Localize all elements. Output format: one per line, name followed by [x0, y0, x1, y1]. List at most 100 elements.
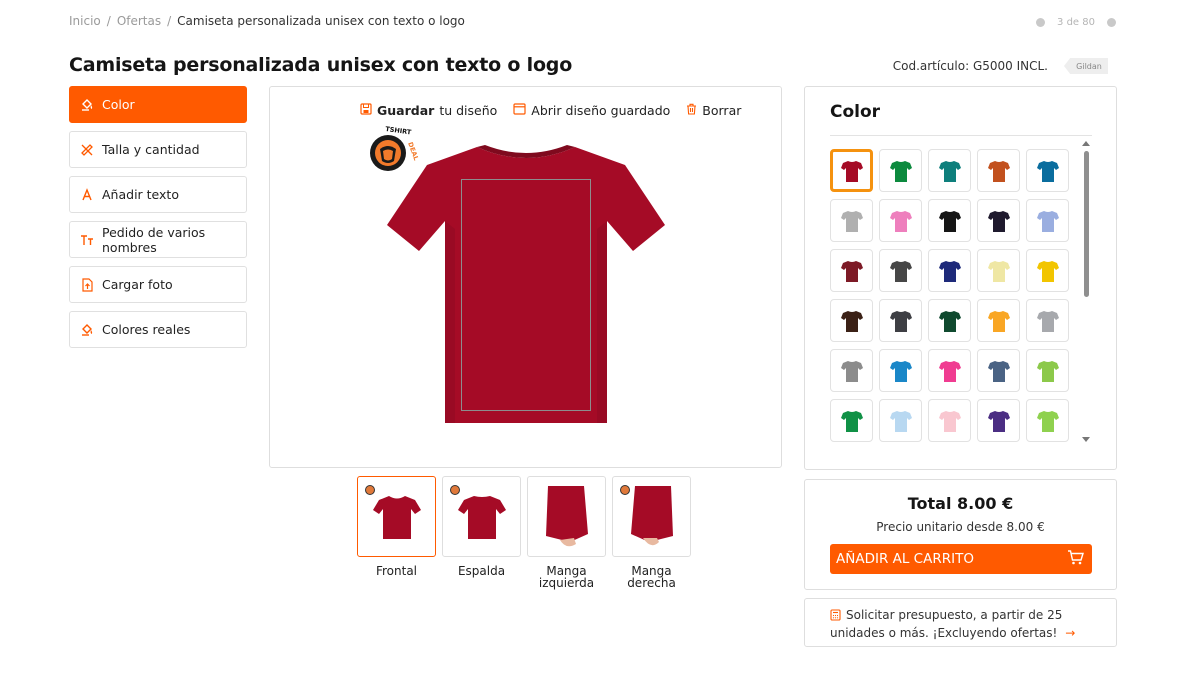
delete-design-button[interactable]: Borrar: [686, 103, 741, 118]
view-label: Frontal: [375, 564, 418, 578]
color-swatch[interactable]: [928, 249, 971, 292]
menu-item-label: Colores reales: [102, 322, 191, 337]
color-swatch[interactable]: [1026, 249, 1069, 292]
view-right-sleeve[interactable]: Manga derecha: [612, 476, 691, 589]
view-thumbnail[interactable]: [527, 476, 606, 557]
color-swatch[interactable]: [928, 299, 971, 342]
menu-item-label: Añadir texto: [102, 187, 179, 202]
total-price: Total 8.00 €: [805, 494, 1116, 513]
print-area-frame[interactable]: [461, 179, 591, 411]
menu-item-multiple-names[interactable]: Pedido de varios nombres: [69, 221, 247, 258]
color-swatch[interactable]: [830, 399, 873, 442]
color-swatch[interactable]: [928, 399, 971, 442]
scrollbar-thumb[interactable]: [1084, 151, 1089, 297]
tshirt-icon: [987, 160, 1010, 182]
tshirt-icon: [1036, 410, 1059, 432]
breadcrumb-home[interactable]: Inicio: [69, 14, 101, 28]
color-swatch[interactable]: [977, 149, 1020, 192]
total-value: 8.00 €: [957, 494, 1014, 513]
prev-product-icon[interactable]: [1036, 18, 1046, 27]
next-product-icon[interactable]: [1107, 18, 1116, 27]
tshirt-icon: [889, 410, 912, 432]
color-swatch[interactable]: [879, 199, 922, 242]
open-design-button[interactable]: Abrir diseño guardado: [513, 103, 670, 118]
color-swatch[interactable]: [830, 199, 873, 242]
view-thumbnail[interactable]: [612, 476, 691, 557]
product-pager: 3 de 80: [1036, 17, 1116, 28]
color-swatch[interactable]: [1026, 149, 1069, 192]
color-swatch[interactable]: [1026, 399, 1069, 442]
delete-label: Borrar: [702, 103, 742, 118]
view-selector: Frontal Espalda Manga izquierda Manga de…: [357, 476, 691, 589]
menu-item-upload-photo[interactable]: Cargar foto: [69, 266, 247, 303]
save-icon: [360, 103, 372, 118]
scroll-up-arrow-icon[interactable]: [1082, 141, 1090, 146]
view-label: Manga izquierda: [538, 564, 595, 590]
color-swatch[interactable]: [928, 199, 971, 242]
view-back[interactable]: Espalda: [442, 476, 521, 589]
add-to-cart-label: AÑADIR AL CARRITO: [836, 551, 974, 567]
breadcrumb: Inicio / Ofertas / Camiseta personalizad…: [69, 14, 465, 28]
tshirt-front-icon: [372, 495, 421, 539]
text-a-icon: [80, 187, 94, 202]
add-to-cart-button[interactable]: AÑADIR AL CARRITO: [830, 544, 1092, 574]
logo-mini-icon: [365, 485, 375, 495]
color-swatch[interactable]: [977, 399, 1020, 442]
total-label: Total: [907, 494, 952, 513]
tshirt-icon: [987, 360, 1010, 382]
logo-mini-icon: [450, 485, 460, 495]
breadcrumb-separator: /: [106, 14, 111, 28]
menu-item-real-colors[interactable]: Colores reales: [69, 311, 247, 348]
design-toolbar: Guardar tu diseño Abrir diseño guardado …: [360, 103, 741, 118]
tshirt-back-icon: [457, 495, 506, 539]
tshirt-icon: [987, 410, 1010, 432]
tshirt-icon: [1036, 260, 1059, 282]
tshirt-icon: [1036, 360, 1059, 382]
color-swatch[interactable]: [1026, 299, 1069, 342]
view-thumbnail[interactable]: [357, 476, 436, 557]
upload-file-icon: [80, 277, 94, 292]
color-swatch[interactable]: [928, 149, 971, 192]
menu-item-label: Pedido de varios nombres: [102, 224, 206, 255]
color-swatch[interactable]: [830, 149, 873, 192]
color-swatch[interactable]: [977, 199, 1020, 242]
calculator-icon: [830, 609, 841, 625]
tshirt-icon: [840, 410, 863, 432]
color-swatch[interactable]: [830, 249, 873, 292]
color-swatch[interactable]: [879, 149, 922, 192]
color-swatch[interactable]: [977, 249, 1020, 292]
color-swatch[interactable]: [977, 349, 1020, 392]
svg-text:TSHIRT: TSHIRT: [385, 125, 413, 137]
color-swatch[interactable]: [1026, 349, 1069, 392]
view-thumbnail[interactable]: [442, 476, 521, 557]
tshirt-icon: [840, 160, 863, 182]
color-swatch[interactable]: [830, 299, 873, 342]
view-front[interactable]: Frontal: [357, 476, 436, 589]
color-swatch[interactable]: [977, 299, 1020, 342]
ruler-icon: [80, 143, 94, 157]
color-swatch[interactable]: [1026, 199, 1069, 242]
quote-request[interactable]: Solicitar presupuesto, a partir de 25 un…: [804, 598, 1117, 647]
trash-icon: [686, 103, 697, 118]
breadcrumb-offers[interactable]: Ofertas: [117, 14, 161, 28]
breadcrumb-separator: /: [167, 14, 172, 28]
tshirt-icon: [1036, 210, 1059, 232]
menu-item-color[interactable]: Color: [69, 86, 247, 123]
save-design-button[interactable]: Guardar tu diseño: [360, 103, 497, 118]
color-swatch[interactable]: [879, 249, 922, 292]
scroll-down-arrow-icon[interactable]: [1082, 437, 1090, 442]
quote-text: Solicitar presupuesto, a partir de 25 un…: [830, 608, 1063, 640]
menu-item-add-text[interactable]: Añadir texto: [69, 176, 247, 213]
color-swatch[interactable]: [830, 349, 873, 392]
menu-item-size-quantity[interactable]: Talla y cantidad: [69, 131, 247, 168]
tshirt-icon: [938, 210, 961, 232]
page-title: Camiseta personalizada unisex con texto …: [69, 54, 573, 76]
open-label: Abrir diseño guardado: [531, 103, 671, 118]
color-swatch[interactable]: [879, 399, 922, 442]
color-swatch[interactable]: [928, 349, 971, 392]
color-swatch[interactable]: [879, 349, 922, 392]
arrow-right-icon[interactable]: →: [1065, 626, 1075, 640]
view-left-sleeve[interactable]: Manga izquierda: [527, 476, 606, 589]
color-swatch[interactable]: [879, 299, 922, 342]
tshirt-icon: [840, 360, 863, 382]
